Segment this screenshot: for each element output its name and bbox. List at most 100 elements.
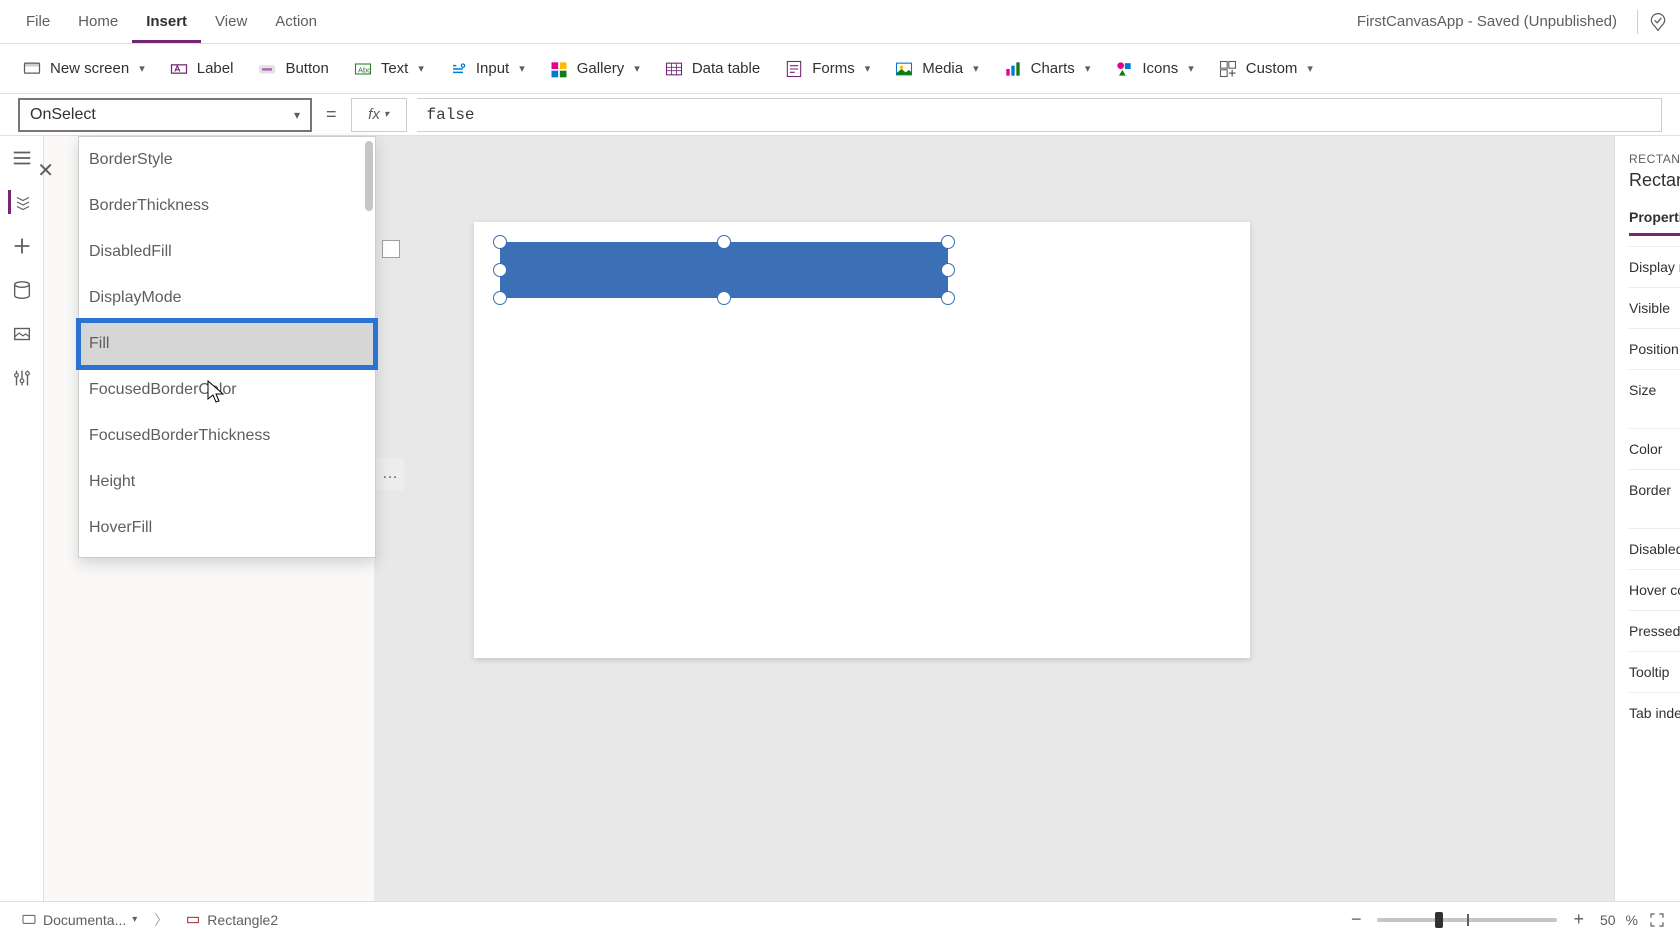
formula-input[interactable]: false xyxy=(417,98,1662,132)
prop-row-visible[interactable]: Visible xyxy=(1629,287,1680,328)
chevron-down-icon: ▾ xyxy=(139,62,145,75)
prop-item-fill[interactable]: Fill xyxy=(79,321,375,367)
selected-rectangle[interactable] xyxy=(500,242,948,298)
shape-icon xyxy=(185,912,201,928)
prop-item-hoverfill[interactable]: HoverFill xyxy=(79,505,375,551)
statusbar: Documenta... ▾ 〉 Rectangle2 − + 50 % xyxy=(0,901,1680,937)
prop-item-disabledfill[interactable]: DisabledFill xyxy=(79,229,375,275)
resize-handle-tr[interactable] xyxy=(941,235,955,249)
form-icon xyxy=(784,59,804,79)
resize-handle-bm[interactable] xyxy=(717,291,731,305)
properties-tabs: Properties xyxy=(1629,209,1680,236)
chevron-down-icon: ▾ xyxy=(1085,62,1091,75)
tree-view-icon[interactable] xyxy=(8,190,32,214)
prop-item-focusedborderthickness[interactable]: FocusedBorderThickness xyxy=(79,413,375,459)
prop-row-displaymode[interactable]: Display mo xyxy=(1629,246,1680,287)
prop-row-disabledcolor[interactable]: Disabled co xyxy=(1629,528,1680,569)
prop-item-height[interactable]: Height xyxy=(79,459,375,505)
resize-handle-br[interactable] xyxy=(941,291,955,305)
prop-row-position[interactable]: Position xyxy=(1629,328,1680,369)
zoom-out-button[interactable]: − xyxy=(1345,909,1368,930)
resize-handle-ml[interactable] xyxy=(493,263,507,277)
data-icon[interactable] xyxy=(10,278,34,302)
app-checker-icon[interactable] xyxy=(1648,12,1668,32)
formula-bar: ▾ = fx ▾ false xyxy=(0,94,1680,136)
label-button[interactable]: Label xyxy=(169,59,234,79)
gallery-label: Gallery xyxy=(577,60,625,77)
input-icon xyxy=(448,59,468,79)
chart-icon xyxy=(1003,59,1023,79)
hamburger-icon[interactable] xyxy=(10,146,34,170)
fit-to-screen-icon[interactable] xyxy=(1648,911,1666,929)
menu-file[interactable]: File xyxy=(12,0,64,43)
property-select[interactable]: ▾ xyxy=(18,98,312,132)
resize-handle-bl[interactable] xyxy=(493,291,507,305)
resize-handle-tm[interactable] xyxy=(717,235,731,249)
media-rail-icon[interactable] xyxy=(10,322,34,346)
charts-label: Charts xyxy=(1031,60,1075,77)
text-button[interactable]: Abc Text ▾ xyxy=(353,59,424,79)
insert-icon[interactable] xyxy=(10,234,34,258)
tree-item-stub xyxy=(382,240,400,258)
icons-label: Icons xyxy=(1142,60,1178,77)
advanced-tools-icon[interactable] xyxy=(10,366,34,390)
icons-icon xyxy=(1114,59,1134,79)
resize-handle-tl[interactable] xyxy=(493,235,507,249)
breadcrumb-separator: 〉 xyxy=(154,910,168,930)
prop-item-borderthickness[interactable]: BorderThickness xyxy=(79,183,375,229)
fx-button[interactable]: fx ▾ xyxy=(351,98,407,132)
icons-button[interactable]: Icons ▾ xyxy=(1114,59,1193,79)
more-options-button[interactable]: … xyxy=(376,458,404,490)
menu-home[interactable]: Home xyxy=(64,0,132,43)
screen-icon xyxy=(22,59,42,79)
prop-item-borderstyle[interactable]: BorderStyle xyxy=(79,137,375,183)
gallery-button[interactable]: Gallery ▾ xyxy=(549,59,640,79)
element-name: Rectangle xyxy=(1629,170,1680,191)
media-button[interactable]: Media ▾ xyxy=(894,59,978,79)
charts-button[interactable]: Charts ▾ xyxy=(1003,59,1091,79)
button-button[interactable]: Button xyxy=(257,59,328,79)
label-label: Label xyxy=(197,60,234,77)
zoom-percent: 50 xyxy=(1600,912,1616,928)
datatable-button[interactable]: Data table xyxy=(664,59,760,79)
prop-item-displaymode[interactable]: DisplayMode xyxy=(79,275,375,321)
property-input[interactable] xyxy=(30,106,300,124)
new-screen-button[interactable]: New screen ▾ xyxy=(22,59,145,79)
menu-insert[interactable]: Insert xyxy=(132,0,201,43)
breadcrumb-element[interactable]: Rectangle2 xyxy=(178,909,285,931)
menu-action[interactable]: Action xyxy=(261,0,331,43)
zoom-slider[interactable] xyxy=(1377,918,1557,922)
datatable-label: Data table xyxy=(692,60,760,77)
prop-row-border[interactable]: Border xyxy=(1629,469,1680,510)
prop-row-color[interactable]: Color xyxy=(1629,428,1680,469)
zoom-in-button[interactable]: + xyxy=(1567,909,1590,930)
resize-handle-mr[interactable] xyxy=(941,263,955,277)
breadcrumb-screen[interactable]: Documenta... ▾ xyxy=(14,909,144,931)
custom-icon xyxy=(1218,59,1238,79)
prop-item-focusedbordercolor[interactable]: FocusedBorderColor xyxy=(79,367,375,413)
chevron-down-icon: ▾ xyxy=(634,62,640,75)
prop-row-tooltip[interactable]: Tooltip xyxy=(1629,651,1680,692)
prop-row-tabindex[interactable]: Tab index xyxy=(1629,692,1680,733)
menu-view[interactable]: View xyxy=(201,0,261,43)
label-icon xyxy=(169,59,189,79)
canvas-page[interactable] xyxy=(474,222,1250,658)
prop-row-hovercolor[interactable]: Hover colo xyxy=(1629,569,1680,610)
gallery-icon xyxy=(549,59,569,79)
button-icon xyxy=(257,59,277,79)
left-rail xyxy=(0,136,44,901)
input-button[interactable]: Input ▾ xyxy=(448,59,525,79)
prop-row-size[interactable]: Size xyxy=(1629,369,1680,410)
canvas-area[interactable] xyxy=(374,136,1680,901)
equals-sign: = xyxy=(322,104,341,125)
tab-properties[interactable]: Properties xyxy=(1629,209,1680,236)
button-label: Button xyxy=(285,60,328,77)
element-type-label: RECTANGLE xyxy=(1629,152,1680,166)
chevron-down-icon: ▾ xyxy=(865,62,871,75)
custom-label: Custom xyxy=(1246,60,1298,77)
menubar: File Home Insert View Action FirstCanvas… xyxy=(0,0,1680,44)
prop-row-pressedcolor[interactable]: Pressed col xyxy=(1629,610,1680,651)
forms-button[interactable]: Forms ▾ xyxy=(784,59,870,79)
close-icon[interactable]: ✕ xyxy=(37,158,54,183)
custom-button[interactable]: Custom ▾ xyxy=(1218,59,1313,79)
